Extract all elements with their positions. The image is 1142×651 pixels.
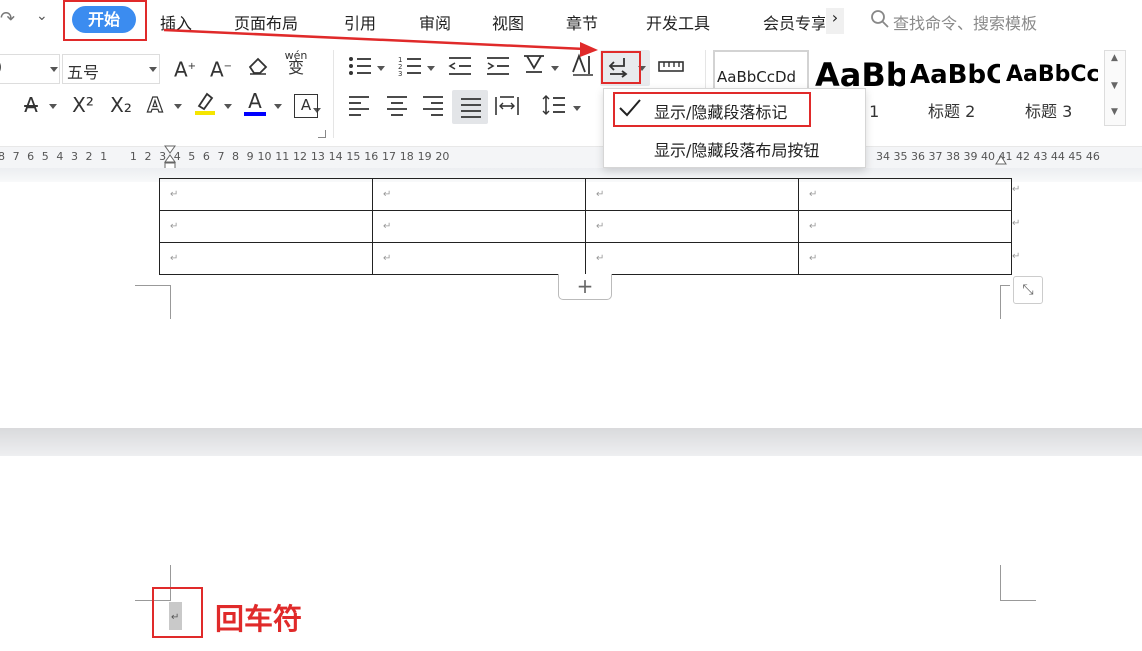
menu-item-show-hide-layout-button[interactable]: 显示/隐藏段落布局按钮 [604, 129, 865, 165]
ruler-numbers-right: 34 35 36 37 38 39 40 41 42 43 44 45 46 [876, 150, 1100, 163]
paragraph-mark-annotation-box [152, 587, 203, 638]
table-cell[interactable]: ↵ [799, 179, 1012, 211]
table-cell[interactable]: ↵ [160, 179, 373, 211]
page-margin-corner [1000, 565, 1036, 601]
table-cell[interactable]: ↵ [160, 211, 373, 243]
menu-item-label: 显示/隐藏段落布局按钮 [654, 137, 819, 161]
annotation-label: 回车符 [215, 596, 302, 638]
table-cell[interactable]: ↵ [586, 211, 799, 243]
page-margin-corner [1000, 285, 1010, 319]
table-row: ↵ ↵ ↵ ↵ [160, 211, 1012, 243]
ruler-numbers-left: 8 7 6 5 4 3 2 1 1 2 3 4 5 6 7 8 9 10 11 … [0, 150, 449, 163]
horizontal-ruler[interactable]: 8 7 6 5 4 3 2 1 1 2 3 4 5 6 7 8 9 10 11 … [0, 146, 1142, 168]
table-cell[interactable]: ↵ [799, 243, 1012, 275]
table-cell[interactable]: ↵ [160, 243, 373, 275]
menu-item-highlight-box [613, 92, 811, 127]
annotation-arrow [0, 0, 1142, 651]
paragraph-mark-dropdown-menu: 显示/隐藏段落标记 显示/隐藏段落布局按钮 [603, 88, 866, 168]
table-cell[interactable]: ↵ [799, 211, 1012, 243]
table-cell[interactable]: ↵ [373, 211, 586, 243]
add-row-button[interactable]: + [558, 274, 612, 300]
table-cell[interactable]: ↵ [586, 179, 799, 211]
table-row: ↵ ↵ ↵ ↵ [160, 243, 1012, 275]
table-resize-icon[interactable]: ⤡ [1013, 276, 1043, 304]
document-table[interactable]: ↵ ↵ ↵ ↵ ↵ ↵ ↵ ↵ ↵ ↵ ↵ ↵ [159, 178, 1012, 275]
row-end-mark: ↵ [1012, 218, 1020, 229]
page-separator [0, 428, 1142, 456]
table-cell[interactable]: ↵ [373, 179, 586, 211]
table-row: ↵ ↵ ↵ ↵ [160, 179, 1012, 211]
table-cell[interactable]: ↵ [586, 243, 799, 275]
row-end-mark: ↵ [1012, 184, 1020, 195]
page-margin-corner [135, 285, 171, 319]
row-end-mark: ↵ [1012, 251, 1020, 262]
table-cell[interactable]: ↵ [373, 243, 586, 275]
